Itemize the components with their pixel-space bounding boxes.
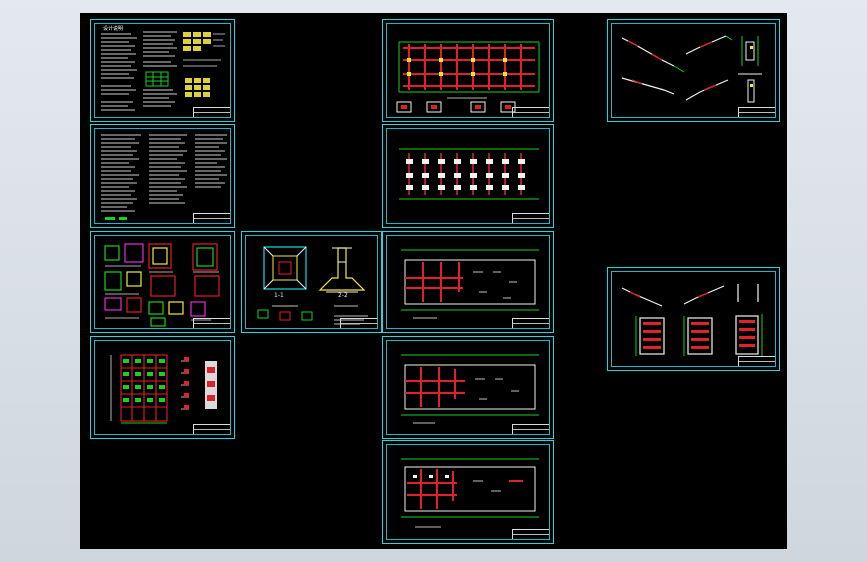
sheet-plan-1[interactable] (382, 19, 554, 122)
title-block (340, 318, 377, 328)
sheet-stair-2[interactable] (607, 267, 780, 371)
title-block (193, 318, 230, 328)
title-block (193, 213, 230, 223)
sheet-notes-1[interactable]: 设计说明 (90, 19, 235, 122)
sheet-foundation-detail[interactable]: 1-1 2-2 (241, 231, 382, 333)
sheet-plan-4[interactable] (382, 336, 554, 439)
title-block (512, 424, 549, 434)
sheet-plan-5[interactable] (382, 440, 554, 544)
section-label-1: 1-1 (274, 292, 284, 299)
cad-drawing-canvas[interactable]: 设计说明 1-1 2-2 (80, 13, 787, 549)
title-block (512, 529, 549, 539)
sheet-stair-1[interactable] (607, 19, 780, 122)
section-label-2: 2-2 (338, 292, 348, 299)
sheet-details-1[interactable] (90, 231, 235, 333)
title-block (512, 107, 549, 117)
title-block (738, 107, 775, 117)
title-block (738, 356, 775, 366)
title-block (512, 318, 549, 328)
title-block (512, 213, 549, 223)
sheet-plan-2[interactable] (382, 124, 554, 228)
sheet-elevation-1[interactable] (90, 336, 235, 439)
title-block (193, 107, 230, 117)
title-block (193, 424, 230, 434)
sheet-plan-3[interactable] (382, 231, 554, 333)
sheet-notes-2[interactable] (90, 124, 235, 228)
